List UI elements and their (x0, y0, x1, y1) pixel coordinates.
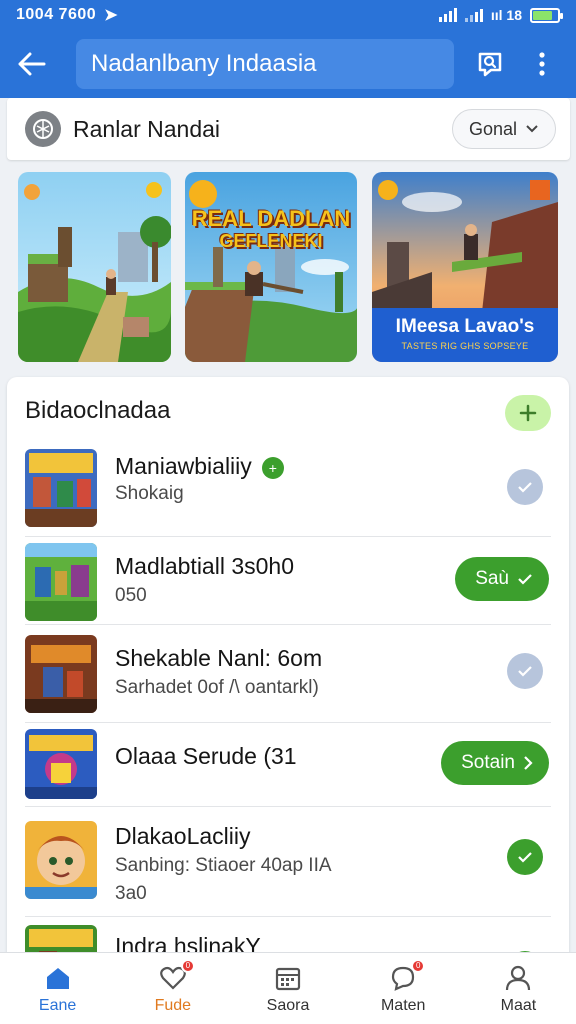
banner-game-2[interactable]: REAL DADLAN GEFLENEKI (185, 172, 357, 362)
list-item-subtitle: 050 (115, 585, 147, 606)
list-item[interactable]: Shekable Nanl: 6om Sarhadet 0of /\ oanta… (25, 625, 551, 723)
banner-2-subtitle: GEFLENEKI (219, 231, 323, 251)
nav-item-calendar[interactable]: Saora (230, 953, 345, 1024)
more-vert-icon[interactable] (520, 42, 564, 86)
nav-label-messages: Maten (380, 997, 426, 1014)
banner-3-caption-sub: TASTES RIG GHS SOPSEYE (401, 341, 529, 351)
game-thumbnail (25, 729, 97, 799)
add-button[interactable] (505, 395, 551, 431)
bottom-navigation: Eane 0 Fude Saora 0 Maten Maat (0, 952, 576, 1024)
chevron-down-icon (526, 125, 538, 133)
list-item-subtitle: Sanbing: Stiaoer 40ap IIA (115, 855, 332, 876)
nav-label-favorites: Fude (154, 997, 192, 1014)
list-item[interactable]: Madlabtiall 3s0h0 050 Saù (25, 537, 551, 625)
check-icon (518, 482, 532, 493)
profile-icon (502, 963, 534, 993)
app-bar-title: Nadanlbany Indaasia (91, 50, 317, 77)
action-pill-label: Saù (475, 568, 509, 589)
check-circle-button[interactable] (507, 653, 543, 689)
list-item-title: Olaaa Serude (31 (115, 743, 297, 769)
action-pill-button[interactable]: Saù (455, 557, 549, 601)
banner-3-caption: IMeesa Lavao's (395, 316, 535, 337)
list-item[interactable]: DlakaoLacliiy Sanbing: Stiaoer 40ap IIA … (25, 807, 551, 917)
plus-icon (519, 404, 537, 422)
list-item-title: DlakaoLacliiy (115, 823, 251, 849)
location-arrow-icon: ➤ (104, 7, 118, 24)
filter-dropdown[interactable]: Gonal (451, 109, 556, 149)
filter-bar: Ranlar Nandai Gonal (7, 98, 570, 160)
app-bar: Nadanlbany Indaasia (0, 30, 576, 98)
banner-3-caption-box: IMeesa Lavao's TASTES RIG GHS SOPSEYE (372, 308, 558, 362)
check-circle-button[interactable] (507, 839, 543, 875)
status-bar: 1004 7600 ➤ ııl 18 (0, 0, 576, 30)
list-title: Bidaoclnadaa (25, 397, 171, 424)
back-arrow-icon[interactable] (12, 44, 52, 84)
signal-icon (438, 8, 457, 22)
nav-label-profile: Maat (500, 997, 537, 1014)
list-item[interactable]: Olaaa Serude (31 Sotain (25, 723, 551, 807)
list-item-subtitle: Sarhadet 0of /\ oantarkl) (115, 677, 319, 698)
list-item[interactable]: Maniawbialiiy + Shokaig (25, 439, 551, 537)
list-item-title: Maniawbialiiy + (115, 453, 284, 480)
list-item-title: Shekable Nanl: 6om (115, 645, 323, 671)
game-thumbnail (25, 449, 97, 527)
search-chat-icon[interactable] (468, 42, 512, 86)
check-icon (518, 666, 532, 677)
banner-game-1[interactable] (18, 172, 171, 362)
status-plus-badge-icon: + (261, 456, 284, 479)
wifi-signal-icon (464, 8, 483, 22)
battery-icon (530, 7, 563, 23)
network-label: ııl 18 (490, 7, 522, 23)
banner-game-3[interactable]: IMeesa Lavao's TASTES RIG GHS SOPSEYE (372, 172, 558, 362)
game-thumbnail (25, 635, 97, 713)
game-list-card: Bidaoclnadaa Maniawbialiiy + Shokaig Madl… (7, 377, 569, 977)
notification-badge: 0 (411, 959, 426, 973)
category-avatar-icon (25, 111, 61, 147)
filter-dropdown-label: Gonal (468, 118, 517, 139)
calendar-icon (272, 963, 304, 993)
nav-item-messages[interactable]: 0 Maten (346, 953, 461, 1024)
home-icon (42, 963, 74, 993)
check-circle-button[interactable] (507, 469, 543, 505)
heart-icon: 0 (157, 959, 195, 993)
nav-item-favorites[interactable]: 0 Fude (115, 953, 230, 1024)
banner-carousel: REAL DADLAN GEFLENEKI IMeesa Lavao's TAS… (18, 172, 558, 364)
filter-title: Ranlar Nandai (73, 115, 221, 142)
action-pill-label: Sotain (461, 752, 515, 773)
nav-label-home: Eane (38, 997, 77, 1014)
nav-item-home[interactable]: Eane (0, 953, 115, 1024)
list-item-title: Madlabtiall 3s0h0 (115, 553, 295, 579)
notification-badge: 0 (180, 959, 195, 973)
chevron-right-icon (524, 756, 533, 770)
banner-2-title: REAL DADLAN (191, 206, 351, 231)
game-thumbnail (25, 543, 97, 621)
nav-label-calendar: Saora (266, 997, 310, 1014)
check-icon (518, 852, 532, 863)
action-pill-button[interactable]: Sotain (441, 741, 549, 785)
game-thumbnail (25, 821, 97, 899)
status-time: 1004 7600 (16, 6, 97, 23)
chat-icon: 0 (387, 959, 426, 993)
list-item-subtitle-2: 3a0 (115, 883, 147, 904)
check-icon (518, 574, 532, 585)
search-field[interactable]: Nadanlbany Indaasia (76, 39, 454, 89)
nav-item-profile[interactable]: Maat (461, 953, 576, 1024)
list-item-subtitle: Shokaig (115, 483, 184, 504)
